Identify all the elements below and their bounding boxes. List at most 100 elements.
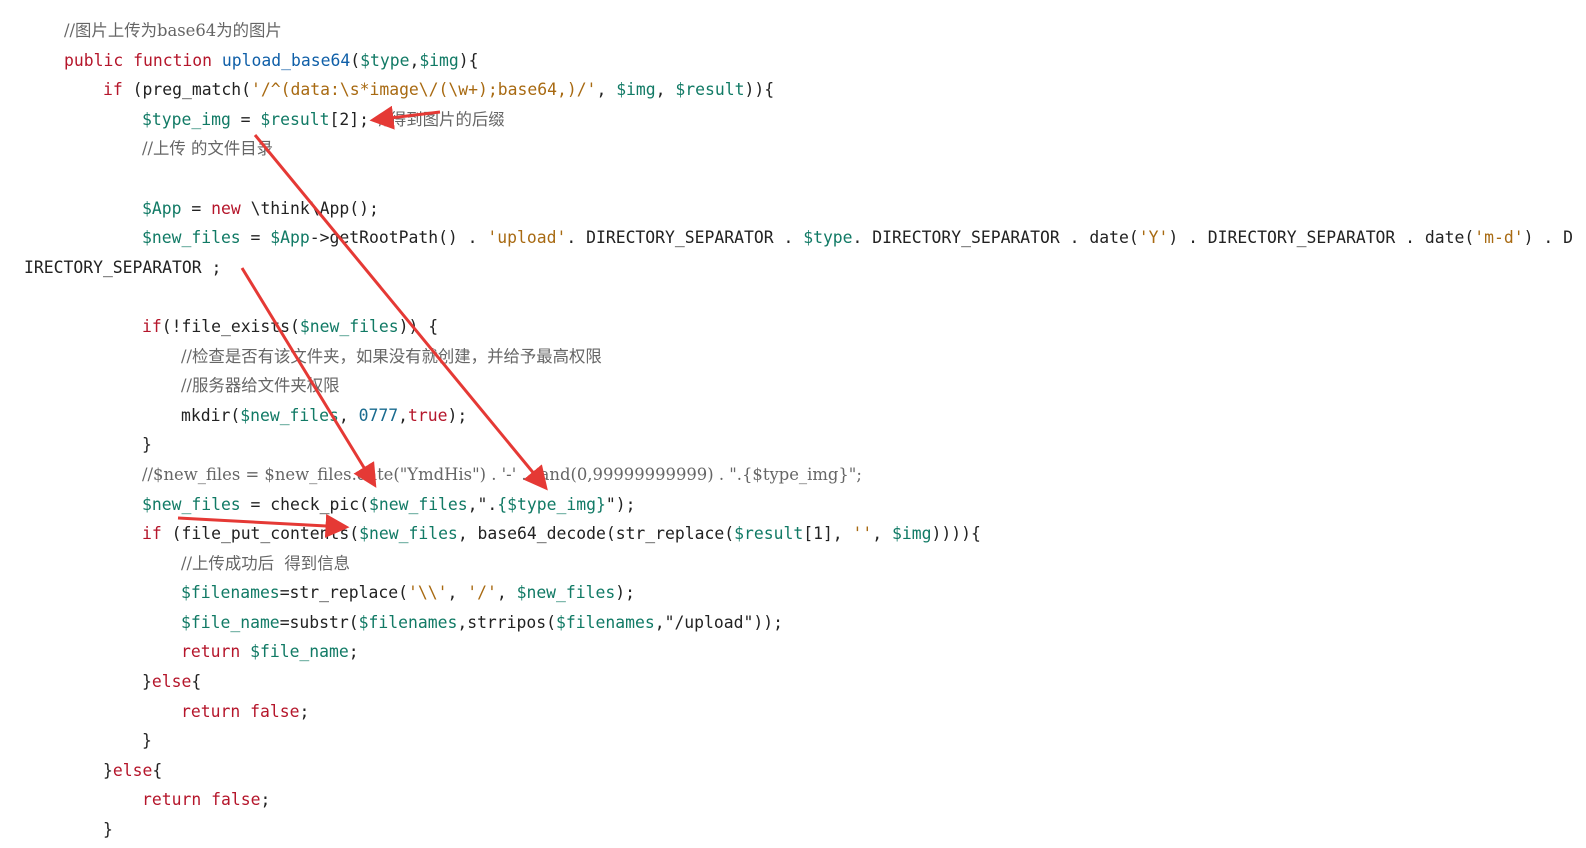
code-token: if (142, 524, 162, 544)
code-token: 'Y' (1138, 228, 1169, 248)
code-token: ,strripos( (457, 612, 557, 632)
code-token: = check_pic( (240, 494, 369, 514)
code-token: , (338, 405, 359, 425)
code-token: (preg_match( (122, 80, 252, 100)
code-token: )){ (744, 80, 775, 100)
code-token: , base64_decode(str_replace( (457, 524, 735, 544)
code-token: $new_files (240, 405, 339, 425)
code-token: $result (734, 524, 804, 544)
code-token: $img (419, 50, 459, 70)
code-token: mkdir( (181, 405, 241, 425)
code-token: public (64, 50, 124, 70)
code-token: 'm-d' (1474, 228, 1524, 248)
code-token: =substr( (279, 612, 359, 632)
code-block: //图片上传为base64为的图片 public function upload_… (0, 16, 1586, 845)
code-line: } (0, 430, 1586, 460)
code-token: } (142, 435, 152, 455)
code-token: } (142, 672, 152, 692)
code-token: ->getRootPath() . (309, 228, 488, 248)
code-line: if (preg_match('/^(data:\s*image\/(\w+);… (0, 75, 1586, 105)
code-token: ,". (467, 494, 498, 514)
code-line: return $file_name; (0, 637, 1586, 667)
code-token: , (655, 80, 676, 100)
code-token: { (152, 760, 163, 780)
code-token: return (142, 790, 202, 810)
code-line: $new_files = $App->getRootPath() . 'uplo… (0, 223, 1586, 253)
code-line: }else{ (0, 756, 1586, 786)
code-line: } (0, 815, 1586, 845)
code-token: $App (142, 198, 182, 218)
code-token: ){ (458, 50, 479, 70)
code-line: $type_img = $result[2]; //得到图片的后缀 (0, 105, 1586, 135)
code-token: //图片上传为base64为的图片 (64, 21, 282, 40)
code-token: "); (605, 494, 636, 514)
code-token: , (596, 80, 617, 100)
code-token: 'upload' (487, 228, 567, 248)
code-token: $new_files (516, 583, 616, 603)
code-token: $type_img (142, 109, 231, 129)
code-token: $result (260, 109, 330, 129)
code-token: return (181, 701, 241, 721)
code-token: ; (260, 790, 271, 810)
code-token: = (181, 198, 212, 218)
code-token: $new_files (299, 316, 399, 336)
code-line: $file_name=substr($filenames,strripos($f… (0, 608, 1586, 638)
code-token: } (142, 731, 152, 751)
code-line: $new_files = check_pic($new_files,".{$ty… (0, 490, 1586, 520)
code-token: $filenames (181, 583, 280, 603)
code-line: } (0, 726, 1586, 756)
code-token: . DIRECTORY_SEPARATOR . date( (852, 228, 1139, 248)
code-line: return false; (0, 785, 1586, 815)
code-token: )) { (398, 316, 439, 336)
code-token: $new_files (359, 524, 458, 544)
code-token: return (181, 642, 241, 662)
code-line: public function upload_base64($type,$img… (0, 46, 1586, 76)
code-token: [1], (803, 524, 853, 544)
code-token: IRECTORY_SEPARATOR ; (24, 257, 222, 277)
code-line: //服务器给文件夹权限 (0, 371, 1586, 401)
code-token: , (409, 50, 420, 70)
code-token: ; (348, 642, 359, 662)
code-token: [2]; (329, 109, 379, 129)
code-token: new (211, 198, 241, 218)
code-line: //图片上传为base64为的图片 (0, 16, 1586, 46)
code-token: //得到图片的后缀 (378, 109, 505, 129)
code-token: ,"/upload")); (654, 612, 783, 632)
code-token: //检查是否有该文件夹，如果没有就创建，并给予最高权限 (181, 346, 602, 366)
code-token: ); (447, 405, 468, 425)
code-token: $new_files (142, 494, 241, 514)
code-token: $filenames (556, 612, 655, 632)
code-token: '/^(data:\s*image\/(\w+);base64,)/' (251, 80, 597, 100)
code-line: IRECTORY_SEPARATOR ; (0, 253, 1586, 283)
code-token: $img (892, 524, 932, 544)
code-line: $filenames=str_replace('\\', '/', $new_f… (0, 578, 1586, 608)
code-token: $type (360, 50, 410, 70)
code-token: , (496, 583, 517, 603)
code-token: ) . DIRECTORY_SEPARATOR . date( (1168, 228, 1475, 248)
code-token: $filenames (358, 612, 458, 632)
code-token: 0777 (358, 405, 399, 425)
code-line: //上传 的文件目录 (0, 134, 1586, 164)
code-token: else (151, 672, 192, 692)
code-token: = (230, 109, 261, 129)
code-token: '' (852, 524, 873, 544)
code-token: $type (803, 228, 853, 248)
code-line: return false; (0, 697, 1586, 727)
code-token: $new_files (142, 228, 241, 248)
code-token: $file_name (181, 612, 280, 632)
code-token: , (447, 583, 468, 603)
code-token: {$type_img} (497, 494, 606, 514)
code-line: //上传成功后 得到信息 (0, 549, 1586, 579)
code-token: )))){ (931, 524, 981, 544)
code-token: '/' (467, 583, 497, 603)
code-token: ( (350, 50, 361, 70)
code-token: ); (615, 583, 636, 603)
code-token: } (103, 760, 113, 780)
code-token: $img (616, 80, 656, 100)
code-token: //服务器给文件夹权限 (181, 376, 340, 396)
code-token: //$new_files = $new_files.date("YmdHis")… (142, 464, 862, 484)
